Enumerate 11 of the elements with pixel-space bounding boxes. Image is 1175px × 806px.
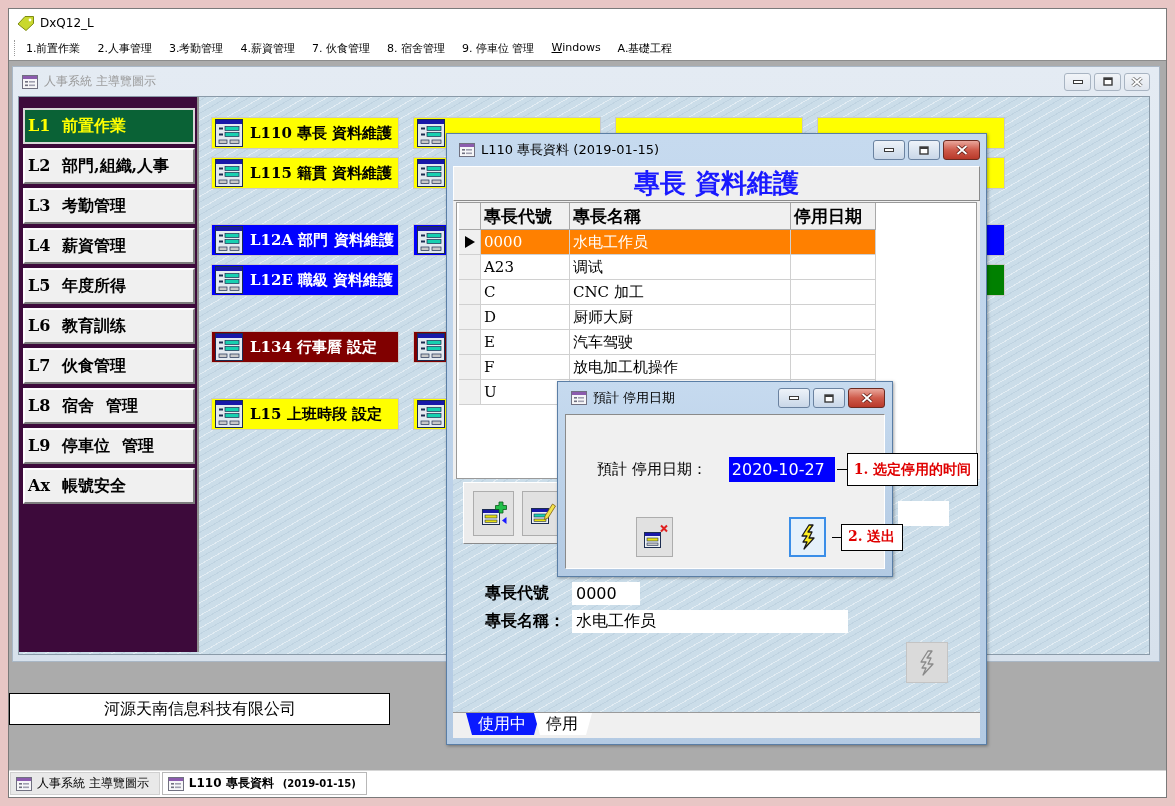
window-title: 人事系統 主導覽圖示 xyxy=(44,73,156,90)
company-label: 河源天南信息科技有限公司 xyxy=(9,693,390,725)
window-title: L110 專長資料 (2019-01-15) xyxy=(481,141,659,159)
form-heading: 專長 資料維護 xyxy=(453,166,980,201)
field-label: 預計 停用日期： xyxy=(597,460,707,479)
callout-label: 1. 选定停用的时间 xyxy=(846,453,979,486)
field-label: 專長代號 xyxy=(485,583,550,604)
app-title: DxQ12_L xyxy=(40,15,94,30)
field-label: 專長名稱： xyxy=(485,611,566,632)
window-title: 預計 停用日期 xyxy=(593,389,676,407)
callout-label: 2. 送出 xyxy=(841,523,903,551)
